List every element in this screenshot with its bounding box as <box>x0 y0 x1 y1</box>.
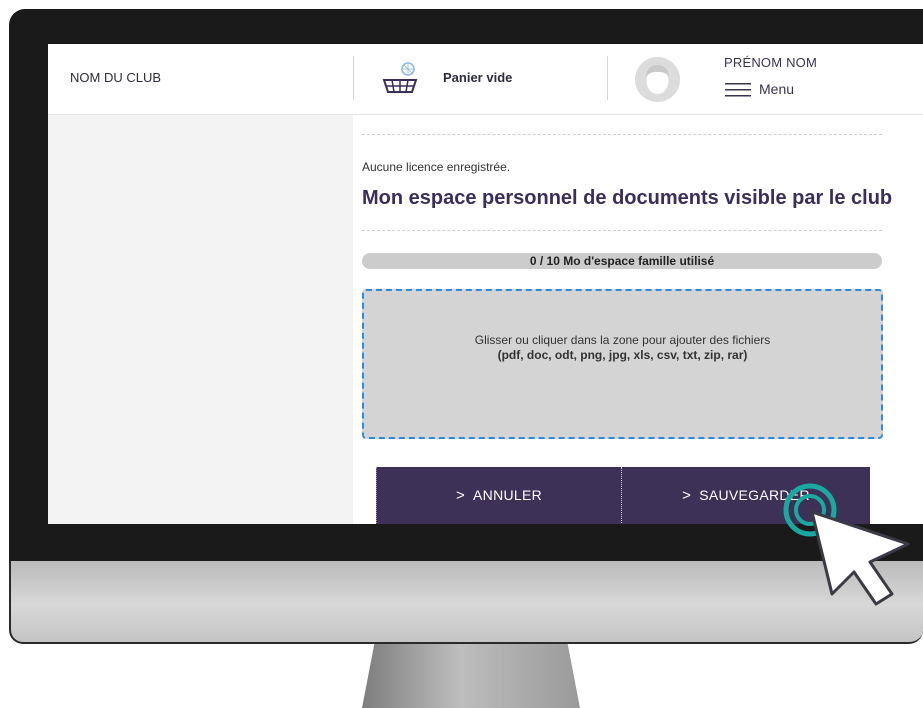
header-divider <box>607 56 608 100</box>
divider <box>362 134 882 135</box>
storage-progress-bar: 0 / 10 Mo d'espace famille utilisé <box>362 253 882 269</box>
chevron-right-icon: > <box>455 487 466 504</box>
cancel-button-label: ANNULER <box>473 487 543 503</box>
storage-label: 0 / 10 Mo d'espace famille utilisé <box>529 254 715 268</box>
header-divider <box>353 56 354 100</box>
cancel-button[interactable]: > ANNULER <box>376 467 622 524</box>
hamburger-icon[interactable] <box>725 83 751 102</box>
monitor-stand <box>362 640 580 708</box>
user-avatar-icon[interactable] <box>635 57 680 102</box>
app-screen: NOM DU CLUB Panier vide PRÉNOM NOM Menu … <box>48 44 923 524</box>
page-title: Mon espace personnel de documents visibl… <box>362 187 893 209</box>
dropzone-file-types: (pdf, doc, odt, png, jpg, xls, csv, txt,… <box>497 348 748 362</box>
licence-status: Aucune licence enregistrée. <box>362 160 511 174</box>
save-button-label: SAUVEGARDER <box>699 487 810 503</box>
menu-label[interactable]: Menu <box>759 81 794 97</box>
documents-panel: Aucune licence enregistrée. Mon espace p… <box>353 115 923 524</box>
basket-icon[interactable] <box>382 62 424 101</box>
app-header: NOM DU CLUB Panier vide PRÉNOM NOM Menu <box>48 44 923 115</box>
divider <box>362 230 882 231</box>
user-name[interactable]: PRÉNOM NOM <box>724 55 817 70</box>
save-button[interactable]: > SAUVEGARDER <box>622 467 870 524</box>
club-name[interactable]: NOM DU CLUB <box>70 70 161 85</box>
chevron-right-icon: > <box>682 487 692 504</box>
cart-status[interactable]: Panier vide <box>443 70 512 85</box>
file-dropzone[interactable]: Glisser ou cliquer dans la zone pour ajo… <box>362 289 883 439</box>
monitor-chin <box>9 560 923 644</box>
dropzone-instructions: Glisser ou cliquer dans la zone pour ajo… <box>474 333 771 347</box>
